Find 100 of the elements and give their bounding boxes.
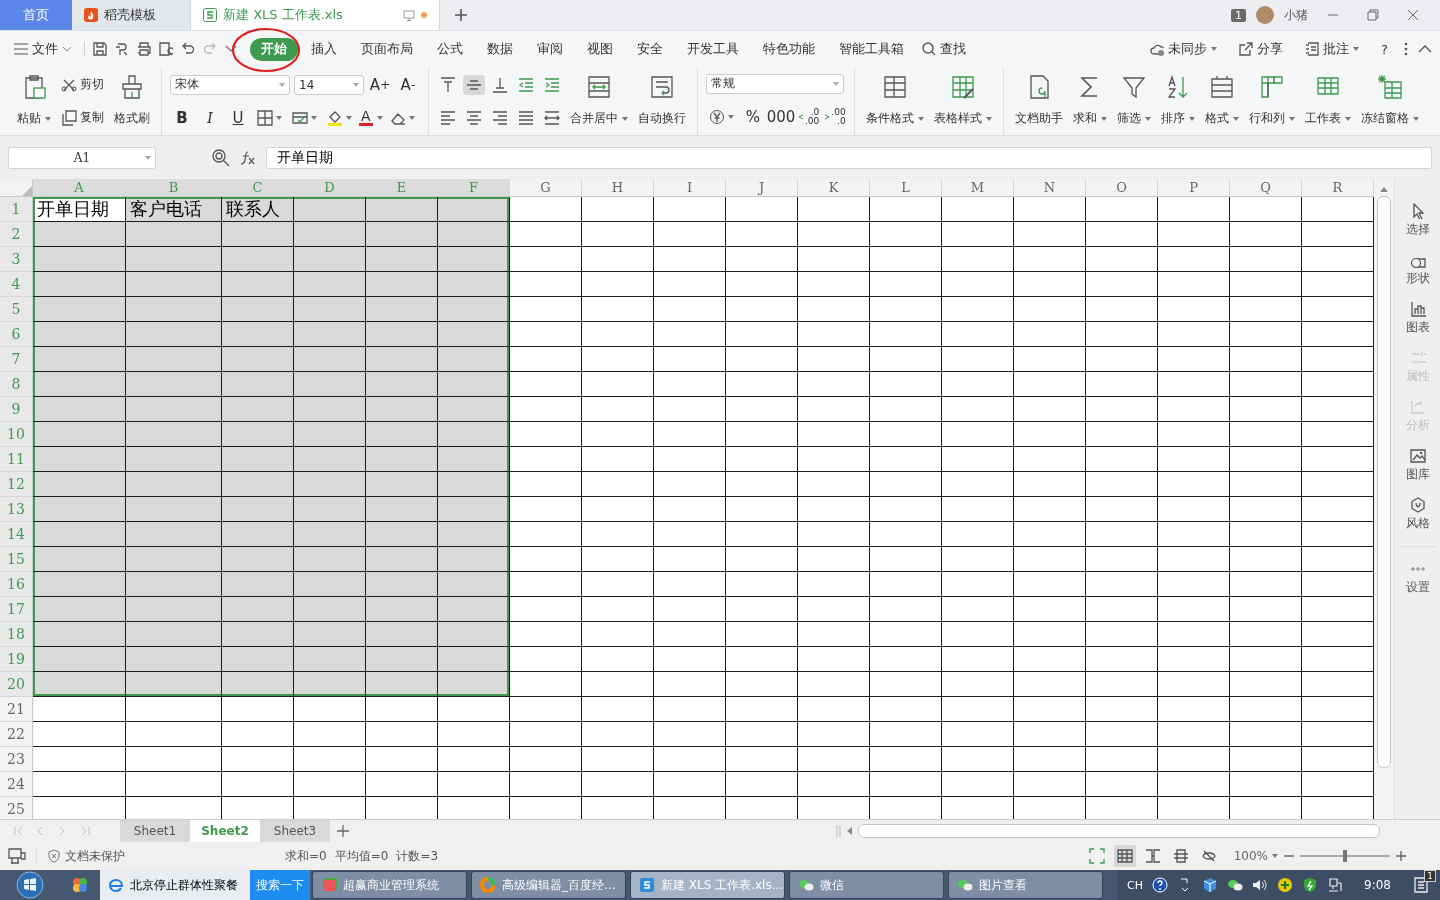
protection-status[interactable]: 文档未保护	[36, 847, 125, 865]
add-sheet-icon[interactable]	[337, 825, 349, 837]
document-tab[interactable]: 稻壳模板	[72, 0, 190, 30]
input-language[interactable]: CH	[1127, 878, 1144, 892]
ribbon-button[interactable]: 粘贴	[14, 69, 54, 133]
print-icon[interactable]	[137, 42, 151, 56]
menu-tab[interactable]: 安全	[626, 37, 674, 61]
toolbar-button[interactable]: 批注	[1299, 38, 1366, 60]
ribbon-button[interactable]: 筛选	[1113, 69, 1154, 133]
increase-decimal-button[interactable]: .0 .00	[797, 107, 820, 126]
zoom-level-button[interactable]: 100%	[1233, 849, 1278, 863]
speaker-icon[interactable]	[1252, 877, 1269, 893]
output-icon[interactable]	[115, 42, 129, 56]
find-button[interactable]: 查找	[916, 38, 972, 60]
font-color-button[interactable]: A	[359, 109, 383, 126]
ribbon-button[interactable]: 格式刷	[111, 69, 153, 133]
thousands-separator-button[interactable]: 000	[769, 104, 793, 129]
chat-bubbles-icon[interactable]	[1227, 877, 1244, 893]
box-icon[interactable]	[1202, 877, 1219, 893]
side-panel-button[interactable]: 选择	[1405, 203, 1430, 238]
ribbon-button[interactable]: 自动换行	[635, 69, 689, 133]
ribbon-button[interactable]	[463, 74, 485, 95]
ribbon-button[interactable]: 工作表	[1301, 69, 1354, 133]
underline-button[interactable]: U	[226, 105, 250, 130]
decrease-decimal-button[interactable]: .00 .0	[823, 107, 846, 126]
number-format-field[interactable]: 常规	[706, 73, 844, 94]
browser-address-field[interactable]: 北京停止群体性聚餐	[100, 870, 250, 900]
row-header[interactable]: 23	[0, 747, 33, 772]
plus-circle-icon[interactable]	[1277, 877, 1294, 893]
view-button[interactable]	[1113, 845, 1136, 867]
ribbon-button[interactable]	[254, 107, 285, 128]
shield-bolt-icon[interactable]	[1302, 877, 1319, 893]
more-icon[interactable]	[1404, 42, 1408, 56]
close-icon[interactable]	[1407, 9, 1419, 21]
ribbon-button[interactable]: 排序	[1157, 69, 1198, 133]
colorful-app-icon[interactable]	[71, 876, 89, 894]
restore-icon[interactable]	[1367, 9, 1379, 21]
ribbon-button[interactable]: 剪切	[58, 74, 107, 95]
column-header[interactable]: J	[726, 179, 798, 197]
side-panel-button[interactable]: 风格	[1405, 497, 1430, 532]
document-tab[interactable]: 新建 XLS 工作表.xls	[190, 0, 440, 30]
toolbar-button[interactable]: 未同步	[1144, 38, 1224, 60]
help-button[interactable]: ?	[1375, 39, 1394, 59]
split-handle-icon[interactable]	[836, 825, 841, 837]
menu-tab[interactable]: 页面布局	[350, 37, 424, 61]
formula-field[interactable]: 开单日期	[266, 146, 1432, 169]
sheet-tab[interactable]: Sheet2	[190, 820, 260, 842]
sheet-tab[interactable]: Sheet1	[120, 820, 190, 842]
ribbon-button[interactable]: 行和列	[1245, 69, 1298, 133]
bold-button[interactable]: B	[170, 105, 194, 130]
menu-tab[interactable]: 特色功能	[752, 37, 826, 61]
help-icon[interactable]	[1152, 877, 1169, 893]
scroll-up-icon[interactable]	[1380, 187, 1388, 192]
collapse-icon[interactable]	[1418, 45, 1432, 53]
windows-start-icon[interactable]	[16, 871, 44, 899]
side-panel-button[interactable]: 形状	[1405, 252, 1430, 287]
ribbon-button[interactable]: 合并居中	[567, 69, 631, 133]
italic-button[interactable]: I	[198, 105, 222, 130]
scroll-left-icon[interactable]	[847, 827, 852, 835]
notification-button[interactable]	[1412, 876, 1430, 894]
ribbon-button[interactable]: 表格样式	[930, 69, 995, 133]
zoom-in-icon[interactable]	[1396, 851, 1406, 861]
name-box[interactable]: A1	[8, 146, 156, 169]
side-panel-button[interactable]: 图库	[1405, 448, 1430, 483]
column-header[interactable]: H	[582, 179, 654, 197]
menu-tab[interactable]: 开始	[250, 37, 298, 61]
percent-button[interactable]: %	[741, 104, 765, 129]
scrollbar-thumb[interactable]	[858, 824, 1380, 838]
column-header[interactable]: O	[1086, 179, 1158, 197]
save-icon[interactable]	[93, 42, 107, 56]
menu-tab[interactable]: 智能工具箱	[828, 37, 915, 61]
undo-icon[interactable]	[181, 42, 195, 56]
column-header[interactable]: I	[654, 179, 726, 197]
row-header[interactable]: 24	[0, 772, 33, 797]
column-header[interactable]: R	[1302, 179, 1374, 197]
column-header[interactable]: P	[1158, 179, 1230, 197]
file-menu[interactable]: 文件	[8, 38, 78, 60]
avatar[interactable]	[1256, 6, 1274, 24]
menu-tab[interactable]: 审阅	[526, 37, 574, 61]
column-header[interactable]: L	[870, 179, 942, 197]
toolbar-button[interactable]: 分享	[1233, 38, 1290, 60]
menu-tab[interactable]: 开发工具	[676, 37, 750, 61]
row-header[interactable]: 22	[0, 722, 33, 747]
ribbon-button[interactable]: 冻结窗格	[1357, 69, 1422, 133]
font-size-field[interactable]: 14	[294, 74, 364, 95]
menu-tab[interactable]: 视图	[576, 37, 624, 61]
scrollbar-thumb[interactable]	[1377, 196, 1391, 768]
column-header[interactable]: G	[510, 179, 582, 197]
menu-tab[interactable]: 公式	[426, 37, 474, 61]
side-panel-button[interactable]: 设置	[1405, 561, 1430, 596]
network-icon[interactable]	[1327, 877, 1344, 893]
column-header[interactable]: M	[942, 179, 1014, 197]
ribbon-button[interactable]: 求和	[1069, 69, 1110, 133]
column-header[interactable]: Q	[1230, 179, 1302, 197]
side-panel-button[interactable]: 图表	[1405, 301, 1430, 336]
menu-tab[interactable]: 插入	[300, 37, 348, 61]
menu-tab[interactable]: 数据	[476, 37, 524, 61]
print-preview-icon[interactable]	[159, 42, 173, 56]
user-name[interactable]: 小猪	[1284, 6, 1308, 24]
ribbon-button[interactable]: 格式	[1201, 69, 1242, 133]
